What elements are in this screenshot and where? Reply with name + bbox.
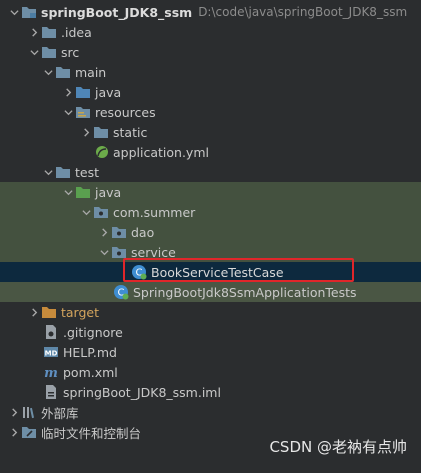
chevron-right-icon[interactable]: [7, 422, 21, 442]
watermark: CSDN @老衲有点帅: [269, 438, 407, 456]
app-tests-label: SpringBootJdk8SsmApplicationTests: [133, 284, 357, 300]
tree-row-gitignore[interactable]: .gitignore: [0, 322, 421, 342]
dao-label: dao: [131, 224, 155, 240]
chevron-down-icon[interactable]: [97, 242, 111, 262]
tree-row-external-libraries[interactable]: 外部库: [0, 402, 421, 422]
tree-row-pom[interactable]: m pom.xml: [0, 362, 421, 382]
tree-row-help[interactable]: MD HELP.md: [0, 342, 421, 362]
folder-icon: [55, 164, 71, 180]
tree-row-target[interactable]: target: [0, 302, 421, 322]
library-icon: [21, 404, 37, 420]
tree-row-src[interactable]: src: [0, 42, 421, 62]
chevron-right-icon[interactable]: [61, 82, 75, 102]
tree-row-project[interactable]: springBoot_JDK8_ssm D:\code\java\springB…: [0, 2, 421, 22]
spring-leaf-icon: [93, 144, 109, 160]
chevron-down-icon[interactable]: [7, 2, 21, 22]
iml-label: springBoot_JDK8_ssm.iml: [63, 384, 221, 400]
src-label: src: [61, 44, 80, 60]
tree-row-application-yml[interactable]: application.yml: [0, 142, 421, 162]
resources-folder-icon: [75, 104, 91, 120]
folder-icon: [41, 44, 57, 60]
package-label: com.summer: [113, 204, 196, 220]
help-label: HELP.md: [63, 344, 117, 360]
chevron-right-icon[interactable]: [79, 122, 93, 142]
tree-row-idea[interactable]: .idea: [0, 22, 421, 42]
package-icon: [111, 224, 127, 240]
idea-label: .idea: [61, 24, 92, 40]
tree-row-iml[interactable]: springBoot_JDK8_ssm.iml: [0, 382, 421, 402]
tree-row-test[interactable]: test: [0, 162, 421, 182]
chevron-down-icon[interactable]: [61, 182, 75, 202]
module-folder-icon: [21, 4, 37, 20]
resources-label: resources: [95, 104, 156, 120]
folder-icon: [41, 24, 57, 40]
chevron-right-icon[interactable]: [27, 302, 41, 322]
tree-row-dao[interactable]: dao: [0, 222, 421, 242]
excluded-folder-icon: [41, 304, 57, 320]
tree-row-app-tests[interactable]: C SpringBootJdk8SsmApplicationTests: [0, 282, 421, 302]
tree-row-resources[interactable]: resources: [0, 102, 421, 122]
project-name: springBoot_JDK8_ssm: [41, 4, 193, 20]
maven-icon: m: [43, 364, 59, 380]
source-folder-icon: [75, 84, 91, 100]
svg-text:m: m: [44, 366, 58, 380]
external-libraries-label: 外部库: [41, 405, 79, 421]
folder-icon: [55, 64, 71, 80]
chevron-down-icon[interactable]: [41, 62, 55, 82]
scratches-label: 临时文件和控制台: [41, 425, 142, 441]
project-tree: springBoot_JDK8_ssm D:\code\java\springB…: [0, 0, 421, 473]
scratches-icon: [21, 424, 37, 440]
project-path: D:\code\java\springBoot_JDK8_ssm: [198, 5, 408, 19]
static-label: static: [113, 124, 148, 140]
tree-row-package[interactable]: com.summer: [0, 202, 421, 222]
test-class-icon: C: [113, 284, 129, 300]
chevron-right-icon[interactable]: [7, 402, 21, 422]
chevron-down-icon[interactable]: [61, 102, 75, 122]
chevron-down-icon[interactable]: [79, 202, 93, 222]
tree-row-static[interactable]: static: [0, 122, 421, 142]
highlight-annotation-box: [123, 258, 354, 282]
target-label: target: [61, 304, 100, 320]
gitignore-file-icon: [43, 324, 59, 340]
module-file-icon: [43, 384, 59, 400]
pom-label: pom.xml: [63, 364, 118, 380]
folder-icon: [93, 124, 109, 140]
chevron-down-icon[interactable]: [41, 162, 55, 182]
application-yml-label: application.yml: [113, 144, 209, 160]
tree-row-test-java[interactable]: java: [0, 182, 421, 202]
markdown-file-icon: MD: [43, 344, 59, 360]
chevron-down-icon[interactable]: [27, 42, 41, 62]
test-source-folder-icon: [75, 184, 91, 200]
test-java-label: java: [95, 184, 122, 200]
main-java-label: java: [95, 84, 122, 100]
test-label: test: [75, 164, 100, 180]
main-label: main: [75, 64, 107, 80]
chevron-right-icon[interactable]: [27, 22, 41, 42]
package-icon: [93, 204, 109, 220]
tree-row-main[interactable]: main: [0, 62, 421, 82]
gitignore-label: .gitignore: [63, 324, 123, 340]
chevron-right-icon[interactable]: [97, 222, 111, 242]
tree-row-main-java[interactable]: java: [0, 82, 421, 102]
svg-text:MD: MD: [45, 350, 58, 358]
